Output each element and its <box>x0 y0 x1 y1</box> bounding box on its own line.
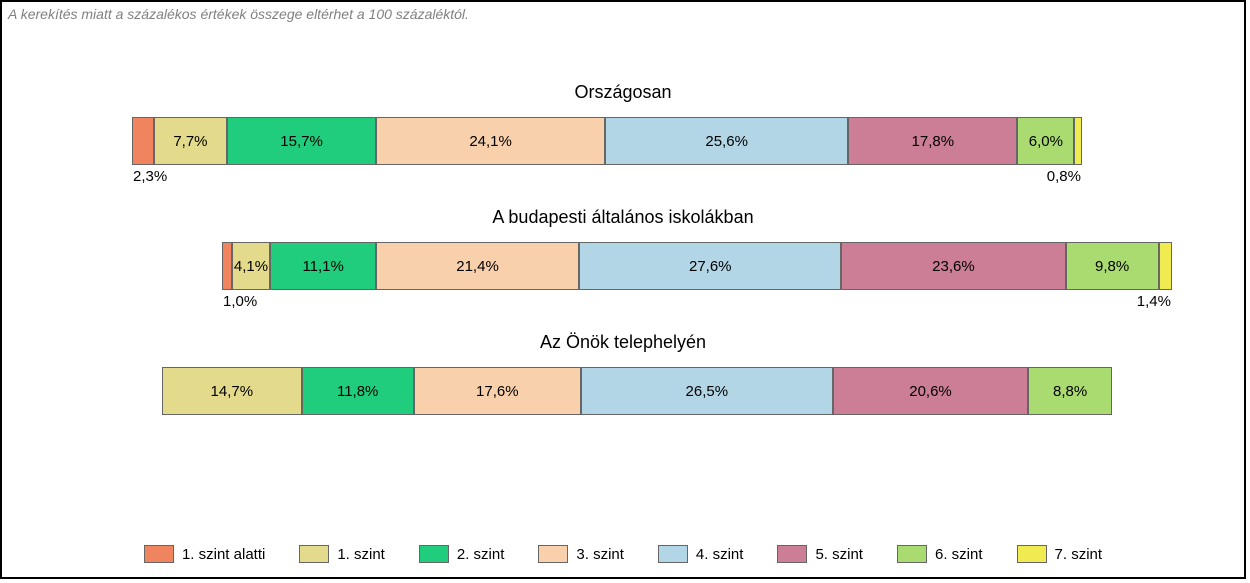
legend-item: 1. szint <box>299 545 385 563</box>
segment-label-below: 1,4% <box>1137 293 1171 310</box>
bar-segment: 6,0% <box>1017 117 1074 165</box>
bar-segment: 21,4% <box>376 242 579 290</box>
legend-label: 4. szint <box>696 546 744 563</box>
bar-wrap: 14,7%11,8%17,6%26,5%20,6%8,8% <box>2 359 1244 429</box>
bar-segment: 24,1% <box>376 117 605 165</box>
bar-segment: 14,7% <box>162 367 302 415</box>
rounding-note: A kerekítés miatt a százalékos értékek ö… <box>8 6 469 22</box>
row-title: Az Önök telephelyén <box>2 332 1244 353</box>
bar-segment: 11,8% <box>302 367 414 415</box>
legend-label: 6. szint <box>935 546 983 563</box>
segment-label-below: 0,8% <box>1047 168 1081 185</box>
bar-segment: 0,8% <box>1074 117 1082 165</box>
bar-segment: 9,8% <box>1066 242 1159 290</box>
chart-frame: A kerekítés miatt a százalékos értékek ö… <box>0 0 1246 579</box>
bar-wrap: 1,0%4,1%11,1%21,4%27,6%23,6%9,8%1,4% <box>2 234 1244 304</box>
legend-swatch <box>144 545 174 563</box>
legend-item: 2. szint <box>419 545 505 563</box>
bar-row: A budapesti általános iskolákban 1,0%4,1%… <box>2 207 1244 304</box>
legend-label: 7. szint <box>1055 546 1103 563</box>
bar-segment: 20,6% <box>833 367 1029 415</box>
legend-item: 4. szint <box>658 545 744 563</box>
bar-segment: 1,4% <box>1159 242 1172 290</box>
legend-swatch <box>777 545 807 563</box>
bar-segment: 2,3% <box>132 117 154 165</box>
bar-segment: 17,8% <box>848 117 1017 165</box>
bar-row: Az Önök telephelyén 14,7%11,8%17,6%26,5%2… <box>2 332 1244 429</box>
stacked-bar: 14,7%11,8%17,6%26,5%20,6%8,8% <box>162 367 1112 415</box>
legend-item: 5. szint <box>777 545 863 563</box>
chart-area: Országosan2,3%7,7%15,7%24,1%25,6%17,8%6,… <box>2 82 1244 457</box>
bar-segment: 23,6% <box>841 242 1065 290</box>
bar-segment: 26,5% <box>581 367 833 415</box>
bar-segment: 8,8% <box>1028 367 1112 415</box>
legend-item: 6. szint <box>897 545 983 563</box>
stacked-bar: 2,3%7,7%15,7%24,1%25,6%17,8%6,0%0,8% <box>132 117 1082 165</box>
bar-segment: 7,7% <box>154 117 227 165</box>
bar-segment: 1,0% <box>222 242 232 290</box>
legend-label: 5. szint <box>815 546 863 563</box>
bar-segment: 4,1% <box>232 242 271 290</box>
bar-segment: 27,6% <box>579 242 841 290</box>
bar-wrap: 2,3%7,7%15,7%24,1%25,6%17,8%6,0%0,8% <box>2 109 1244 179</box>
bar-segment: 17,6% <box>414 367 581 415</box>
bar-segment: 25,6% <box>605 117 848 165</box>
segment-label-below: 2,3% <box>133 168 167 185</box>
legend-swatch <box>1017 545 1047 563</box>
legend-item: 3. szint <box>538 545 624 563</box>
row-title: Országosan <box>2 82 1244 103</box>
bar-row: Országosan 2,3%7,7%15,7%24,1%25,6%17,8%6,… <box>2 82 1244 179</box>
bar-segment: 15,7% <box>227 117 376 165</box>
legend-label: 1. szint <box>337 546 385 563</box>
legend-label: 3. szint <box>576 546 624 563</box>
legend-item: 1. szint alatti <box>144 545 265 563</box>
legend-label: 1. szint alatti <box>182 546 265 563</box>
row-title: A budapesti általános iskolákban <box>2 207 1244 228</box>
legend-swatch <box>658 545 688 563</box>
stacked-bar: 1,0%4,1%11,1%21,4%27,6%23,6%9,8%1,4% <box>222 242 1172 290</box>
legend-swatch <box>419 545 449 563</box>
legend-swatch <box>897 545 927 563</box>
legend-label: 2. szint <box>457 546 505 563</box>
bar-segment: 11,1% <box>270 242 375 290</box>
legend-swatch <box>538 545 568 563</box>
legend: 1. szint alatti 1. szint 2. szint 3. szint 4… <box>2 545 1244 563</box>
legend-swatch <box>299 545 329 563</box>
legend-item: 7. szint <box>1017 545 1103 563</box>
segment-label-below: 1,0% <box>223 293 257 310</box>
